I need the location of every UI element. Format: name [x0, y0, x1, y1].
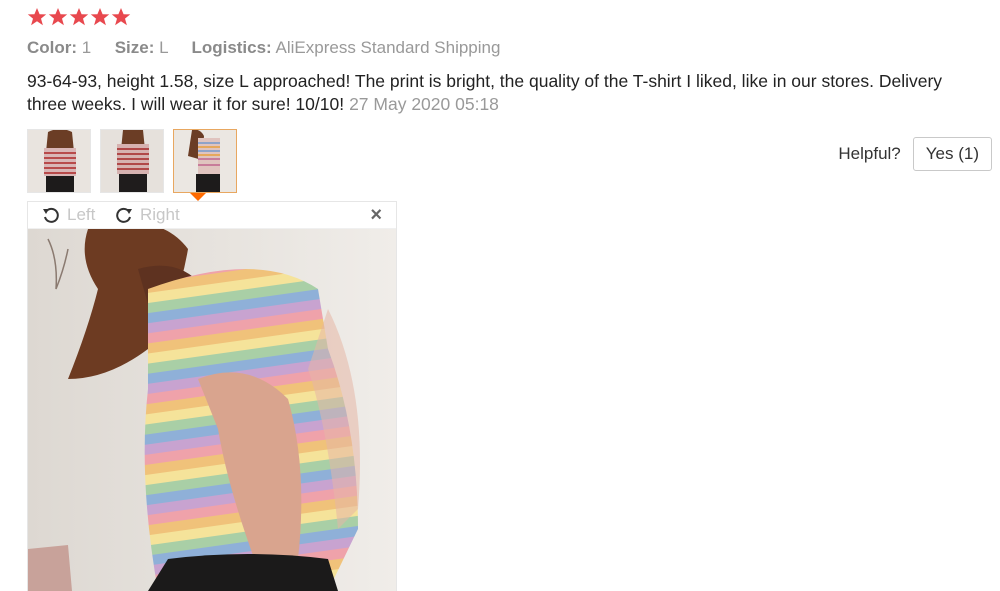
review-thumbnails — [27, 129, 237, 193]
review-date: 27 May 2020 05:18 — [349, 94, 499, 114]
logistics-key: Logistics: — [191, 38, 272, 57]
color-key: Color: — [27, 38, 78, 57]
selected-thumbnail-pointer — [190, 193, 206, 201]
rating-stars — [27, 7, 131, 27]
color-value: 1 — [81, 38, 92, 57]
helpful-yes-button[interactable]: Yes (1) — [912, 137, 992, 171]
logistics-value: AliExpress Standard Shipping — [275, 38, 501, 57]
star-icon — [48, 8, 68, 26]
size-key: Size: — [114, 38, 155, 57]
rotate-right-label: Right — [140, 205, 180, 224]
star-icon — [69, 8, 89, 26]
rotate-right-icon — [116, 207, 132, 223]
star-icon — [90, 8, 110, 26]
close-icon[interactable]: × — [370, 205, 382, 225]
rotate-left-icon — [43, 207, 59, 223]
review-thumbnail-selected[interactable] — [173, 129, 237, 193]
star-icon — [111, 8, 131, 26]
helpful-section: Helpful? Yes (1) — [838, 137, 992, 171]
review-thumbnail[interactable] — [100, 129, 164, 193]
rotate-left-label: Left — [67, 205, 96, 224]
review-thumbnail[interactable] — [27, 129, 91, 193]
size-value: L — [159, 38, 168, 57]
rotate-left-button[interactable]: Left — [41, 205, 95, 225]
viewer-toolbar: Left Right × — [28, 202, 396, 229]
rotate-right-button[interactable]: Right — [114, 205, 180, 225]
star-icon — [27, 8, 47, 26]
review-body: 93-64-93, height 1.58, size L approached… — [27, 70, 967, 116]
review-photo-large — [28, 229, 396, 591]
image-viewer: Left Right × — [27, 201, 397, 591]
order-attributes: Color: 1 Size: L Logistics: AliExpress S… — [27, 38, 500, 58]
helpful-label: Helpful? — [838, 144, 901, 163]
